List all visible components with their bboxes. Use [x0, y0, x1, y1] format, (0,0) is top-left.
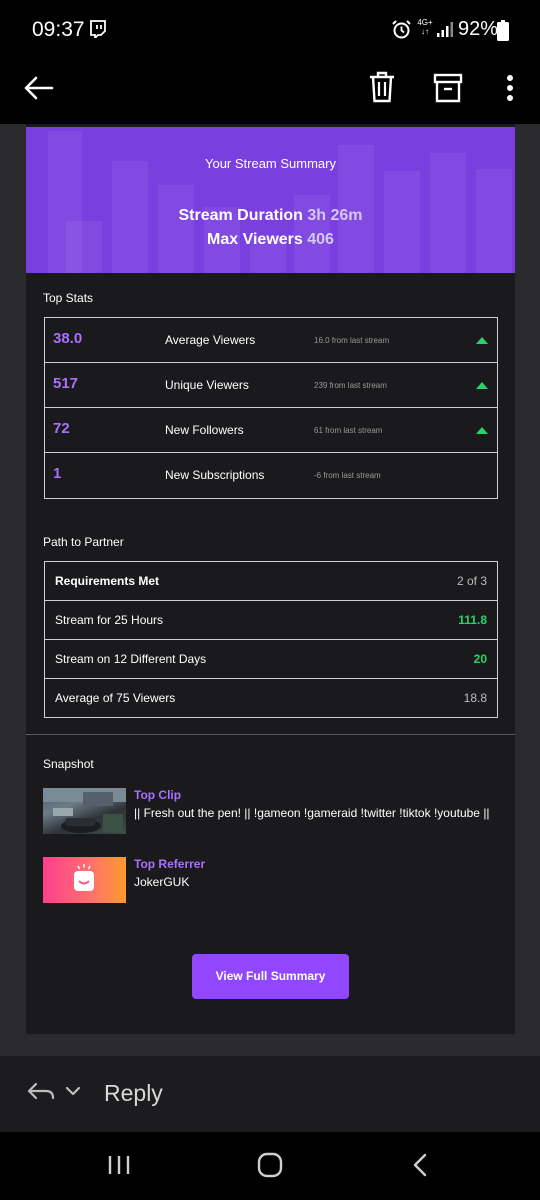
- top-referrer-thumbnail[interactable]: [43, 857, 126, 903]
- stream-duration-value: 3h 26m: [307, 207, 363, 224]
- more-vert-icon[interactable]: [498, 66, 522, 110]
- partner-value: 18.8: [463, 691, 487, 705]
- top-stats-table: 38.0 Average Viewers 16.0 from last stre…: [44, 317, 498, 499]
- trend-up-icon: [476, 337, 488, 344]
- system-nav-bar: [0, 1132, 540, 1200]
- stat-delta: 239 from last stream: [314, 381, 387, 390]
- trash-icon[interactable]: [364, 66, 400, 110]
- stat-label: Average Viewers: [165, 333, 256, 347]
- top-clip-heading[interactable]: Top Clip: [134, 788, 181, 802]
- max-viewers: Max Viewers 406: [26, 231, 515, 249]
- status-bar: 09:37 4G+ ↓↑ 92%: [0, 0, 540, 60]
- stat-value: 517: [53, 375, 79, 392]
- partner-label: Stream for 25 Hours: [55, 613, 164, 627]
- email-body: Your Stream Summary Stream Duration 3h 2…: [0, 124, 540, 1056]
- trend-up-icon: [476, 427, 488, 434]
- status-time: 09:37: [32, 18, 85, 41]
- battery-icon: [497, 20, 509, 41]
- recent-apps-icon[interactable]: [106, 1154, 132, 1176]
- stream-duration-label: Stream Duration: [178, 207, 303, 224]
- stream-summary-card: Your Stream Summary Stream Duration 3h 2…: [26, 124, 515, 1034]
- stat-label: Unique Viewers: [165, 378, 249, 392]
- signal-icon: [437, 22, 453, 37]
- partner-row: Stream on 12 Different Days 20: [45, 640, 497, 679]
- view-full-summary-button[interactable]: View Full Summary: [192, 954, 349, 999]
- reply-bar: Reply: [0, 1056, 540, 1132]
- stat-delta: 61 from last stream: [314, 426, 383, 435]
- nav-back-icon[interactable]: [410, 1152, 430, 1178]
- stats-row: 517 Unique Viewers 239 from last stream: [45, 363, 497, 408]
- alarm-icon: [392, 20, 411, 39]
- network-type: 4G+ ↓↑: [417, 18, 433, 36]
- partner-label: Average of 75 Viewers: [55, 691, 176, 705]
- path-to-partner-title: Path to Partner: [43, 535, 124, 549]
- partner-value: 2 of 3: [456, 574, 487, 588]
- archive-icon[interactable]: [430, 66, 466, 110]
- partner-row: Stream for 25 Hours 111.8: [45, 601, 497, 640]
- stream-duration: Stream Duration 3h 26m: [26, 207, 515, 225]
- stats-row: 38.0 Average Viewers 16.0 from last stre…: [45, 318, 497, 363]
- trend-up-icon: [476, 382, 488, 389]
- top-referrer-name[interactable]: JokerGUK: [134, 874, 504, 890]
- stream-summary-header: Your Stream Summary Stream Duration 3h 2…: [26, 127, 515, 273]
- back-arrow-icon[interactable]: [20, 66, 60, 110]
- section-divider: [26, 734, 515, 735]
- stat-label: New Followers: [165, 423, 244, 437]
- stat-delta: 16.0 from last stream: [314, 336, 390, 345]
- partner-row: Average of 75 Viewers 18.8: [45, 679, 497, 718]
- app-bar: [0, 60, 540, 124]
- partner-value: 111.8: [458, 613, 487, 627]
- snapshot-title: Snapshot: [43, 757, 94, 771]
- network-label: 4G+: [417, 18, 433, 27]
- reply-icon[interactable]: [26, 1080, 56, 1102]
- partner-row: Requirements Met 2 of 3: [45, 562, 497, 601]
- partner-label: Requirements Met: [55, 574, 160, 588]
- top-clip-title[interactable]: || Fresh out the pen! || !gameon !gamera…: [134, 805, 504, 821]
- partner-value: 20: [473, 652, 487, 666]
- top-stats-title: Top Stats: [43, 291, 94, 305]
- top-clip-thumbnail[interactable]: [43, 788, 126, 834]
- max-viewers-label: Max Viewers: [207, 231, 303, 248]
- stats-row: 1 New Subscriptions -6 from last stream: [45, 453, 497, 498]
- stat-label: New Subscriptions: [165, 468, 265, 482]
- stat-value: 72: [53, 420, 70, 437]
- hero-decor-bar: [158, 185, 194, 273]
- reply-button[interactable]: Reply: [104, 1080, 163, 1107]
- twitch-icon: [90, 20, 106, 38]
- stat-value: 38.0: [53, 330, 83, 347]
- battery-percent: 92%: [458, 18, 499, 40]
- stat-delta: -6 from last stream: [314, 471, 381, 480]
- chevron-down-icon[interactable]: [64, 1084, 82, 1098]
- top-referrer-heading: Top Referrer: [134, 857, 206, 871]
- max-viewers-value: 406: [307, 231, 334, 248]
- clip-scene-image: [43, 788, 126, 833]
- home-icon[interactable]: [256, 1152, 284, 1178]
- summary-title: Your Stream Summary: [204, 156, 336, 171]
- path-to-partner-table: Requirements Met 2 of 3 Stream for 25 Ho…: [44, 561, 498, 718]
- referrer-logo-icon: [74, 864, 94, 891]
- stat-value: 1: [53, 465, 62, 482]
- stats-row: 72 New Followers 61 from last stream: [45, 408, 497, 453]
- partner-label: Stream on 12 Different Days: [55, 652, 207, 666]
